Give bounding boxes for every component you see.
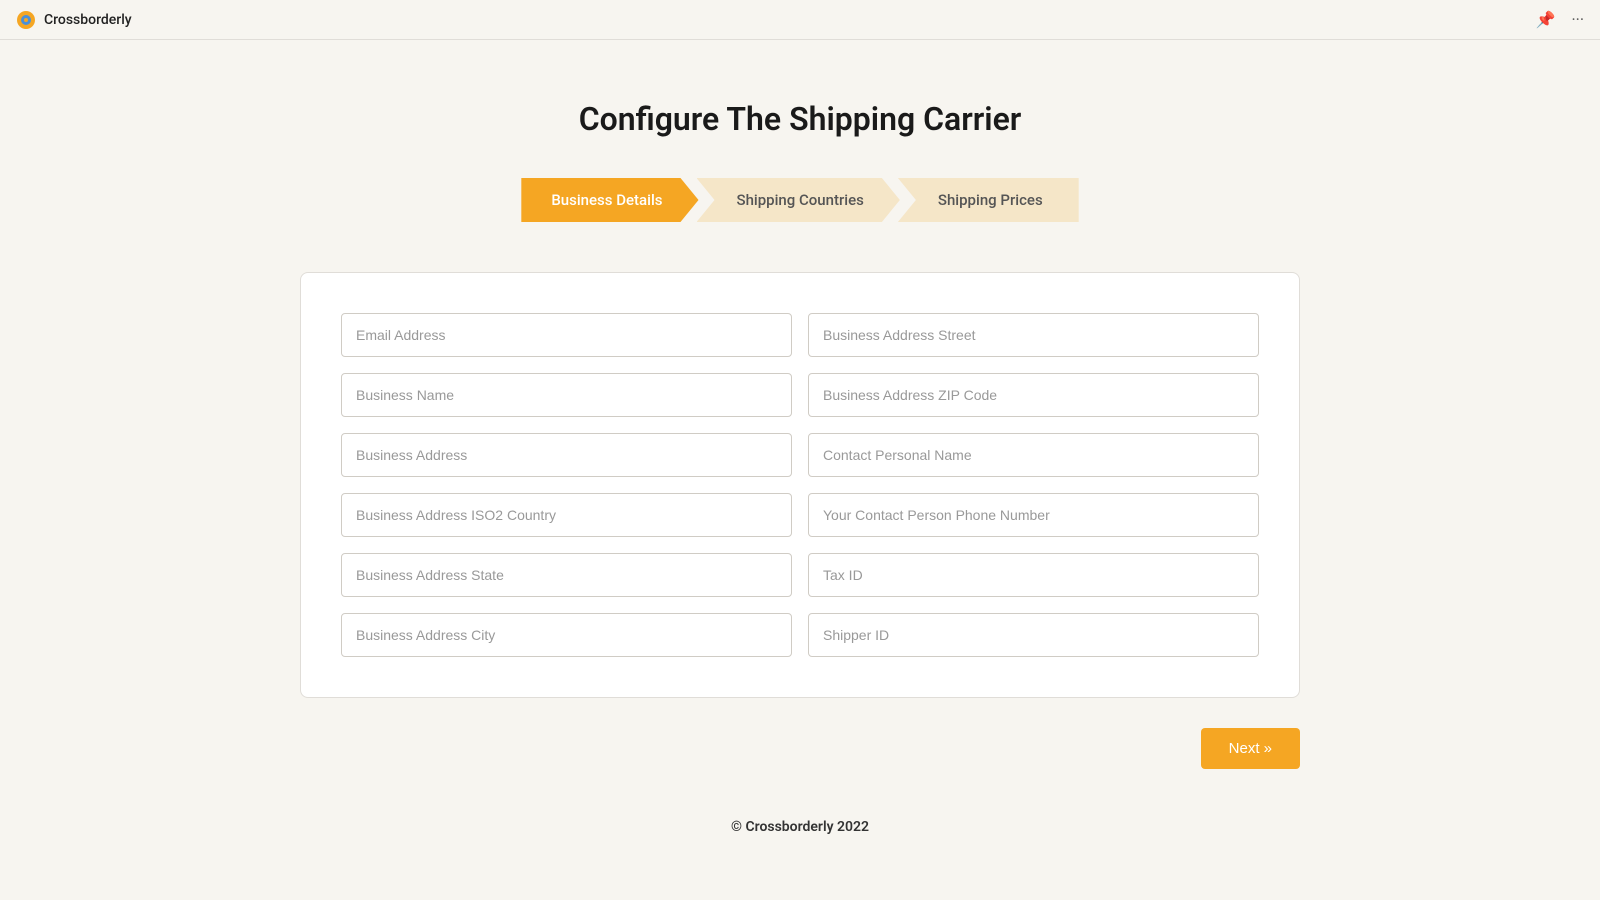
email-address-input[interactable] <box>341 313 792 357</box>
pin-icon[interactable]: 📌 <box>1536 10 1556 29</box>
main-content: Configure The Shipping Carrier Business … <box>0 40 1600 855</box>
business-name-input[interactable] <box>341 373 792 417</box>
contact-phone-number-input[interactable] <box>808 493 1259 537</box>
step-business-details[interactable]: Business Details <box>521 178 698 222</box>
business-address-input[interactable] <box>341 433 792 477</box>
top-bar: Crossborderly 📌 ··· <box>0 0 1600 40</box>
business-address-street-input[interactable] <box>808 313 1259 357</box>
top-bar-left: Crossborderly <box>16 10 132 30</box>
footer: © Crossborderly 2022 <box>731 819 869 835</box>
next-button[interactable]: Next » <box>1201 728 1300 769</box>
shipper-id-input[interactable] <box>808 613 1259 657</box>
form-grid <box>341 313 1259 657</box>
contact-personal-name-input[interactable] <box>808 433 1259 477</box>
business-address-city-input[interactable] <box>341 613 792 657</box>
step-shipping-countries-label: Shipping Countries <box>737 191 864 209</box>
business-address-iso2-country-input[interactable] <box>341 493 792 537</box>
more-icon[interactable]: ··· <box>1571 10 1584 29</box>
app-name: Crossborderly <box>44 12 132 28</box>
form-container <box>300 272 1300 698</box>
step-business-details-label: Business Details <box>551 191 662 209</box>
page-title: Configure The Shipping Carrier <box>579 100 1022 138</box>
button-area: Next » <box>300 728 1300 769</box>
step-shipping-prices-label: Shipping Prices <box>938 191 1043 209</box>
business-address-state-input[interactable] <box>341 553 792 597</box>
app-logo-icon <box>16 10 36 30</box>
step-shipping-countries[interactable]: Shipping Countries <box>697 178 900 222</box>
tax-id-input[interactable] <box>808 553 1259 597</box>
step-shipping-prices[interactable]: Shipping Prices <box>898 178 1079 222</box>
top-bar-right: 📌 ··· <box>1536 10 1584 29</box>
stepper: Business Details Shipping Countries Ship… <box>521 178 1078 222</box>
business-address-zip-input[interactable] <box>808 373 1259 417</box>
